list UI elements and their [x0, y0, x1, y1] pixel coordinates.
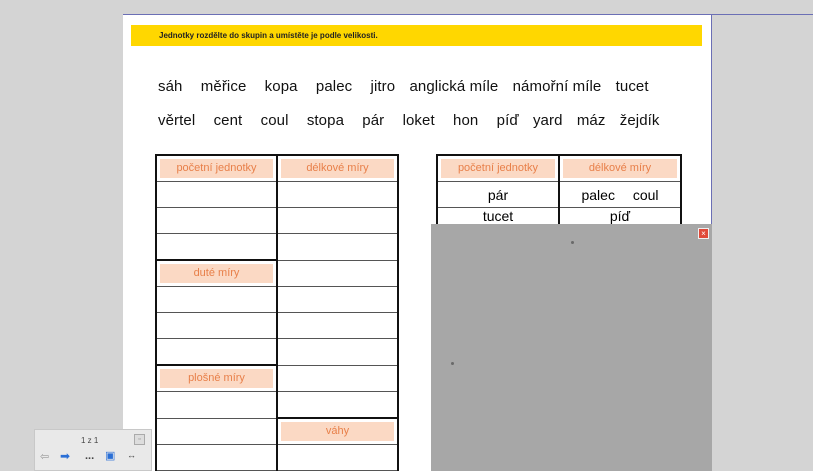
left-sorting-table: početní jednotky délkové míry duté míry … [155, 154, 399, 471]
word-item[interactable]: sáh [158, 78, 183, 95]
word-item[interactable]: máz [577, 112, 606, 129]
drop-cell[interactable] [155, 338, 278, 366]
answer-word[interactable]: palec [581, 187, 614, 203]
back-arrow-icon[interactable]: ⇦ [40, 450, 49, 463]
word-item[interactable]: kopa [265, 78, 298, 95]
table-header-cell: početní jednotky [155, 154, 278, 182]
word-item[interactable]: námořní míle [513, 78, 602, 95]
word-item[interactable]: loket [403, 112, 435, 129]
word-item[interactable]: yard [533, 112, 563, 129]
table-header-cell: plošné míry [155, 364, 278, 392]
drop-cell[interactable] [155, 233, 278, 261]
screen-icon[interactable]: ▣ [105, 449, 115, 462]
word-bank-line-1: sáh měřice kopa palec jitro anglická míl… [158, 78, 663, 95]
answer-cell[interactable]: palec coul [558, 181, 682, 208]
table-header-cell: délkové míry [558, 154, 682, 182]
forward-arrow-icon[interactable]: ➡ [60, 449, 70, 463]
table-header-cell: váhy [276, 417, 399, 445]
word-item[interactable]: hon [453, 112, 478, 129]
word-item[interactable]: stopa [307, 112, 344, 129]
word-bank-line-2: věrtel cent coul stopa pár loket hon píď… [158, 112, 674, 129]
drop-cell[interactable] [155, 391, 278, 419]
right-answer-table: početní jednotky délkové míry pár palec … [436, 154, 682, 234]
word-item[interactable]: jitro [371, 78, 396, 95]
drop-cell[interactable] [276, 444, 399, 471]
drop-cell[interactable] [276, 181, 399, 208]
word-item[interactable]: anglická míle [409, 78, 498, 95]
drop-cell[interactable] [276, 259, 399, 287]
word-item[interactable]: tucet [616, 78, 649, 95]
cover-popup[interactable]: × [431, 224, 712, 471]
answer-word[interactable]: coul [633, 187, 659, 203]
drop-cell[interactable] [155, 207, 278, 234]
drop-cell[interactable] [276, 207, 399, 234]
word-item[interactable]: cent [214, 112, 243, 129]
navigation-toolbar: 1 z 1 ▫ ⇦ ➡ ... ▣ ↔ [34, 429, 152, 471]
word-item[interactable]: palec [316, 78, 352, 95]
word-item[interactable]: pár [362, 112, 384, 129]
drop-cell[interactable] [155, 286, 278, 313]
close-icon[interactable]: × [698, 228, 709, 239]
more-options-button[interactable]: ... [85, 450, 94, 462]
resize-icon[interactable]: ↔ [127, 450, 136, 460]
drop-cell[interactable] [155, 417, 278, 445]
word-item[interactable]: žejdík [620, 112, 660, 129]
table-header-cell: početní jednotky [436, 154, 560, 182]
drop-cell[interactable] [276, 391, 399, 419]
drop-cell[interactable] [276, 286, 399, 313]
drop-cell[interactable] [155, 181, 278, 208]
instruction-banner: Jednotky rozdělte do skupin a umístěte j… [131, 25, 702, 46]
drop-cell[interactable] [155, 312, 278, 339]
table-header-cell: délkové míry [276, 154, 399, 182]
marker-dot [451, 362, 454, 365]
right-margin-panel [711, 15, 813, 471]
drop-cell[interactable] [276, 233, 399, 261]
word-item[interactable]: coul [261, 112, 289, 129]
drop-cell[interactable] [276, 364, 399, 392]
table-header-cell: duté míry [155, 259, 278, 287]
toolbar-close-icon[interactable]: ▫ [134, 434, 145, 445]
drop-cell[interactable] [276, 338, 399, 366]
drop-cell[interactable] [276, 312, 399, 339]
drop-cell[interactable] [155, 444, 278, 471]
word-item[interactable]: měřice [201, 78, 247, 95]
left-margin-panel [0, 0, 123, 471]
page-indicator: 1 z 1 [81, 436, 99, 445]
answer-cell[interactable]: pár [436, 181, 560, 208]
word-item[interactable]: věrtel [158, 112, 195, 129]
word-item[interactable]: píď [497, 112, 519, 129]
marker-dot [571, 241, 574, 244]
